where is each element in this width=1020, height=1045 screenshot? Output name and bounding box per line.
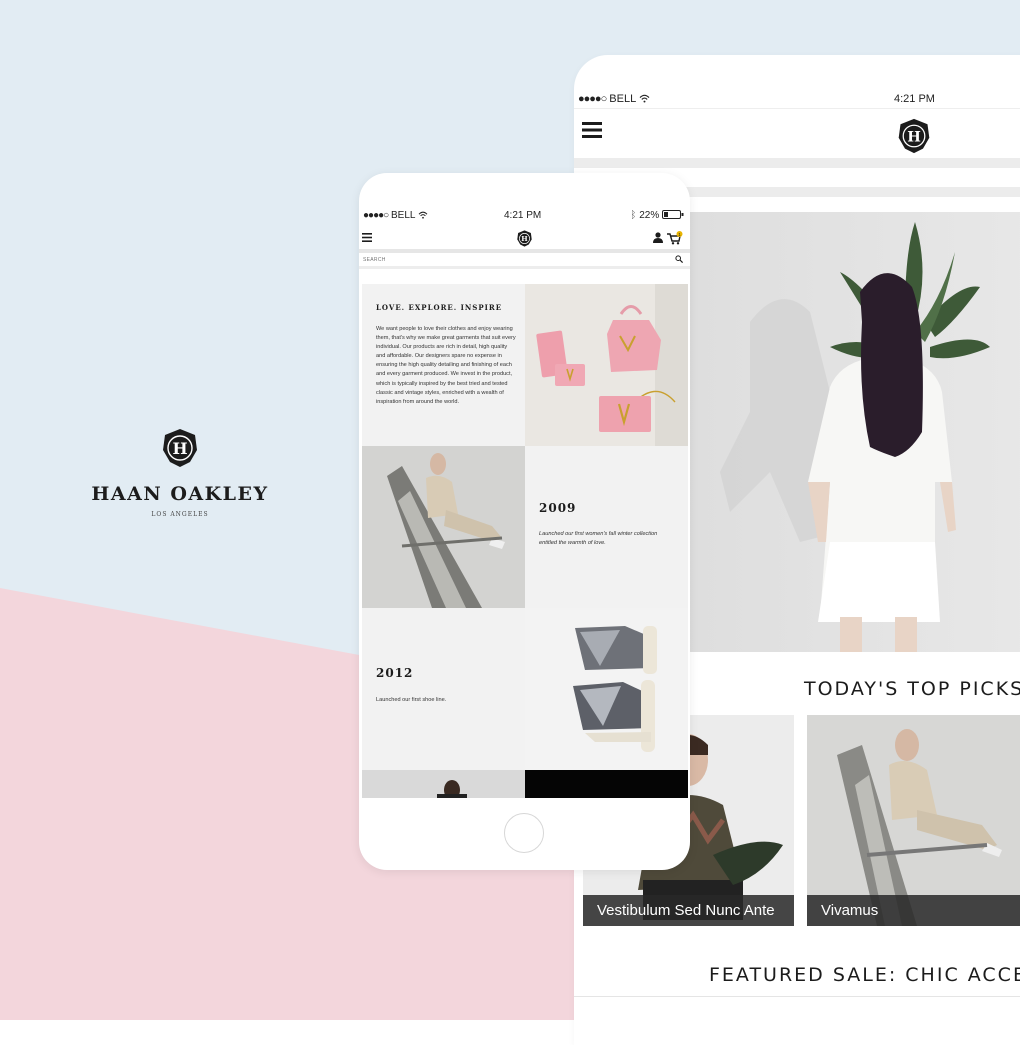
logo-icon[interactable]: H <box>516 230 533 247</box>
timeline-tile: 2012 Launched our first shoe line. <box>362 608 525 770</box>
timeline-year: 2009 <box>539 501 577 515</box>
wifi-icon <box>418 211 428 219</box>
divider <box>574 996 1020 997</box>
status-bar: ●●●●○ BELL 4:21 PM ᛒ 22% <box>359 210 690 224</box>
timeline-description: Launched our first women's fall winter c… <box>539 531 658 546</box>
pink-bags-photo <box>525 284 688 446</box>
intro-body: We want people to love their clothes and… <box>376 326 516 405</box>
front-phone: ●●●●○ BELL 4:21 PM ᛒ 22% H 1 SEARCH LOVE… <box>359 173 690 870</box>
status-bar: ●●●●○ BELL 4:21 PM <box>574 93 1020 107</box>
search-bar <box>360 253 689 267</box>
brand-location: LOS ANGELES <box>151 511 209 518</box>
svg-text:H: H <box>521 235 528 243</box>
card-caption: Vestibulum Sed Nunc Ante <box>583 895 794 926</box>
carrier: ●●●●○ BELL <box>363 210 428 221</box>
carrier: ●●●●○ BELL <box>578 93 650 105</box>
story-image-tile[interactable] <box>362 446 525 608</box>
story-image-tile[interactable] <box>362 770 525 798</box>
story-image-tile[interactable] <box>525 770 688 798</box>
intro-tile: LOVE. EXPLORE. INSPIRE We want people to… <box>362 284 525 446</box>
app-header: H 1 <box>359 227 690 251</box>
home-button[interactable] <box>504 813 544 853</box>
timeline-year: 2012 <box>376 666 414 680</box>
search-input[interactable] <box>363 254 663 265</box>
divider <box>359 266 690 269</box>
sneakers-photo <box>525 608 688 770</box>
svg-text:H: H <box>172 439 187 458</box>
hamburger-icon[interactable] <box>582 122 602 138</box>
signal-icon: ●●●●○ <box>578 93 607 105</box>
divider <box>574 158 1020 168</box>
status-time: 4:21 PM <box>894 93 935 105</box>
search-icon[interactable] <box>675 255 683 263</box>
hero-image[interactable] <box>690 212 1020 652</box>
timeline-tile: 2009 Launched our first women's fall win… <box>525 446 688 608</box>
section-title: FEATURED SALE: CHIC ACCE <box>709 964 1020 986</box>
cart-icon[interactable]: 1 <box>667 231 683 245</box>
product-card[interactable]: Vivamus <box>807 715 1020 926</box>
timeline-description: Launched our first shoe line. <box>376 697 447 703</box>
intro-title: LOVE. EXPLORE. INSPIRE <box>376 303 503 312</box>
logo-icon[interactable]: H <box>896 118 932 154</box>
signal-icon: ●●●●○ <box>363 210 389 221</box>
carrier-label: BELL <box>390 210 416 221</box>
man-portrait-photo <box>362 770 525 798</box>
brand-name: HAAN OAKLEY <box>91 483 269 505</box>
product-image-tile[interactable] <box>525 284 688 446</box>
battery-percent: 22% <box>639 210 660 221</box>
app-header: H <box>574 108 1020 161</box>
battery-icon <box>662 210 684 219</box>
user-icon[interactable] <box>653 232 663 243</box>
product-image-tile[interactable] <box>525 608 688 770</box>
section-title: TODAY'S TOP PICKS <box>804 678 1020 700</box>
woman-in-boat-photo <box>362 446 525 608</box>
bluetooth-icon: ᛒ <box>630 210 637 221</box>
woman-white-dress-photo <box>720 222 990 652</box>
status-time: 4:21 PM <box>504 210 542 221</box>
hamburger-icon[interactable] <box>362 233 372 242</box>
brand-block: H HAAN OAKLEY LOS ANGELES <box>70 428 290 518</box>
svg-text:H: H <box>907 128 921 145</box>
card-caption: Vivamus <box>807 895 1020 926</box>
carrier-label: BELL <box>609 93 636 105</box>
wifi-icon <box>639 94 650 103</box>
logo-icon: H <box>163 429 197 467</box>
battery-status: ᛒ 22% <box>630 210 684 221</box>
